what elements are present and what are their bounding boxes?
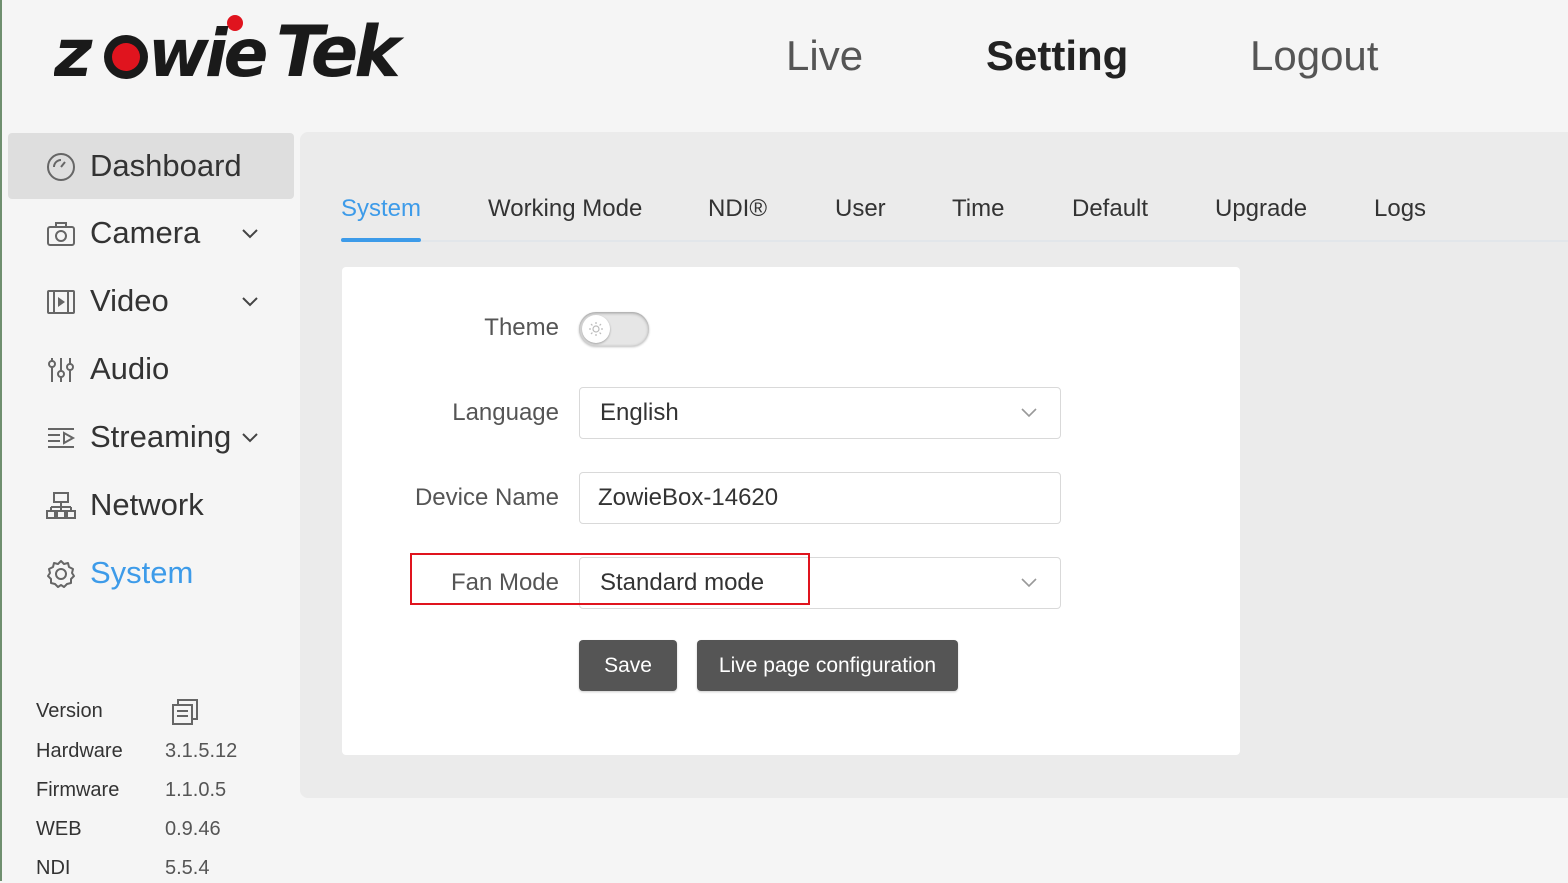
version-value-hardware: 3.1.5.12 [165,740,238,762]
sidebar-item-label: Video [90,283,169,318]
sidebar-item-video[interactable]: Video [8,268,294,334]
tab-time[interactable]: Time [952,190,1004,228]
tab-bar-divider [341,240,1568,242]
version-value-web: 0.9.46 [165,818,221,840]
copy-icon[interactable] [171,698,199,726]
theme-toggle[interactable] [579,312,649,346]
chevron-down-icon [242,297,258,307]
version-header: Version [36,700,103,722]
device-name-label: Device Name [414,484,559,511]
sidebar-item-label: Camera [90,215,201,250]
sidebar-item-streaming[interactable]: Streaming [8,404,294,470]
sidebar-item-dashboard[interactable]: Dashboard [8,133,294,199]
language-select[interactable]: English [579,387,1061,439]
language-value: English [600,399,679,426]
gauge-icon [47,153,75,181]
tab-default[interactable]: Default [1072,190,1148,228]
chevron-down-icon [1021,578,1037,588]
language-label: Language [452,399,559,426]
fan-mode-select[interactable]: Standard mode [579,557,1061,609]
active-tab-indicator [341,238,421,242]
tab-system[interactable]: System [341,190,421,228]
sidebar-item-system[interactable]: System [8,540,294,606]
sidebar-item-label: System [90,555,194,590]
sun-icon [589,322,603,336]
zowietek-logo: z wie Tek [54,14,409,93]
mixer-sliders-icon [48,358,74,382]
tab-upgrade[interactable]: Upgrade [1215,190,1307,228]
stream-icon [48,428,76,448]
window-edge [0,0,2,881]
svg-text:Tek: Tek [276,14,405,93]
version-label-ndi: NDI [36,857,71,879]
topnav-live[interactable]: Live [786,30,863,82]
tab-logs[interactable]: Logs [1374,190,1426,228]
sidebar-item-audio[interactable]: Audio [8,336,294,402]
svg-text:z: z [54,15,93,92]
topnav-logout[interactable]: Logout [1250,30,1378,82]
camera-icon [47,222,75,246]
sidebar-item-network[interactable]: Network [8,472,294,538]
version-value-firmware: 1.1.0.5 [165,779,227,801]
gear-icon [47,560,75,588]
save-button[interactable]: Save [579,640,677,691]
version-value-ndi: 5.5.4 [165,857,210,879]
version-label-hardware: Hardware [36,740,123,762]
version-label-web: WEB [36,818,82,840]
sidebar-item-label: Network [90,487,204,522]
tab-working-mode[interactable]: Working Mode [488,190,642,228]
topnav-setting[interactable]: Setting [986,30,1128,82]
live-page-configuration-button[interactable]: Live page configuration [697,640,958,691]
fan-mode-label: Fan Mode [450,569,559,596]
film-icon [47,290,75,314]
sidebar-item-camera[interactable]: Camera [8,200,294,266]
toggle-knob [582,315,610,343]
fan-mode-value: Standard mode [600,569,765,596]
tab-user[interactable]: User [835,190,886,228]
sidebar-item-label: Audio [90,351,170,386]
chevron-down-icon [242,229,258,239]
version-label-firmware: Firmware [36,779,120,801]
chevron-down-icon [242,433,258,443]
svg-text:wie: wie [148,15,267,92]
theme-label: Theme [484,314,559,341]
device-name-input[interactable] [579,472,1061,524]
tab-ndi[interactable]: NDI® [708,190,767,228]
sidebar-item-label: Streaming [90,419,232,454]
sidebar-item-label: Dashboard [90,148,242,183]
network-icon [46,492,76,519]
chevron-down-icon [1021,408,1037,418]
